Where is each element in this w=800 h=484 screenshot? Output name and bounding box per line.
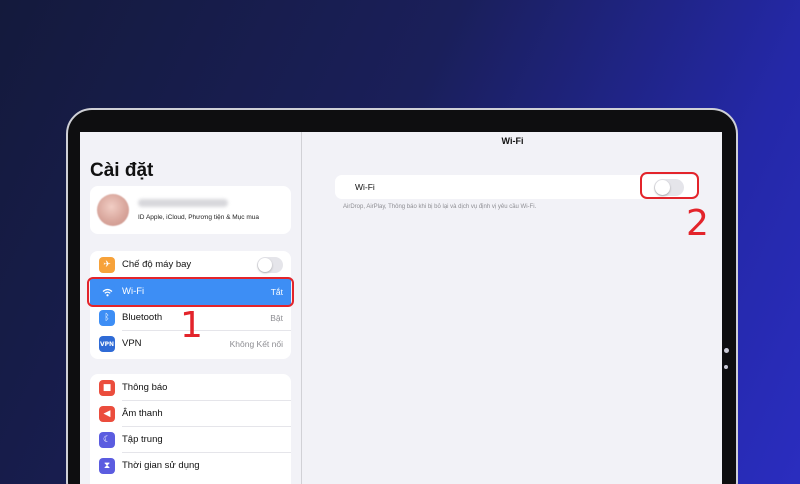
airplane-icon: ✈	[99, 257, 115, 273]
sidebar-item-screen-time[interactable]: ⧗ Thời gian sử dụng	[90, 453, 291, 479]
hourglass-icon: ⧗	[99, 458, 115, 474]
airplane-mode-toggle[interactable]	[257, 257, 283, 273]
settings-title: Cài đặt	[90, 160, 154, 181]
step-1-label: 1	[180, 305, 203, 346]
step-2-label: 2	[686, 203, 709, 244]
sidebar-item-airplane-mode[interactable]: ✈ Chế độ máy bay	[90, 252, 291, 278]
focus-moon-icon: ☾	[99, 432, 115, 448]
sidebar-item-notifications[interactable]: ■ Thông báo	[90, 375, 291, 401]
notifications-group: ■ Thông báo ◀ Âm thanh ☾ Tập trung ⧗ Thờ…	[90, 374, 291, 484]
sidebar-item-label: Tập trung	[122, 434, 163, 445]
blurred-account-name	[138, 199, 228, 207]
wifi-detail-title: Wi-Fi	[501, 136, 524, 146]
notification-icon: ■	[99, 380, 115, 396]
sidebar-item-sound[interactable]: ◀ Âm thanh	[90, 401, 291, 427]
avatar	[97, 194, 129, 226]
sidebar-item-label: Chế độ máy bay	[122, 259, 192, 270]
sidebar-item-label: Thời gian sử dụng	[122, 460, 200, 471]
sidebar-item-label: Âm thanh	[122, 408, 163, 419]
apple-id-card[interactable]: ID Apple, iCloud, Phương tiện & Mục mua	[90, 186, 291, 234]
sidebar-item-label: Thông báo	[122, 382, 168, 393]
bluetooth-status-value: Bật	[270, 313, 283, 323]
sensor-dot	[724, 365, 728, 369]
tablet-screen: Cài đặt ID Apple, iCloud, Phương tiện & …	[80, 132, 722, 484]
wifi-toggle-label: Wi-Fi	[355, 182, 375, 192]
sound-icon: ◀	[99, 406, 115, 422]
camera-dot	[724, 348, 729, 353]
bluetooth-icon: ᛒ	[99, 310, 115, 326]
sidebar-item-label: VPN	[122, 338, 142, 349]
sidebar-item-label: Bluetooth	[122, 312, 163, 323]
highlight-wifi-toggle	[640, 172, 699, 199]
highlight-wifi-sidebar	[87, 277, 294, 307]
vpn-icon: VPN	[99, 336, 115, 352]
wifi-footnote: AirDrop, AirPlay, Thông báo khi bị bỏ lạ…	[343, 204, 537, 210]
apple-id-subtitle: ID Apple, iCloud, Phương tiện & Mục mua	[138, 214, 259, 221]
sidebar-item-focus[interactable]: ☾ Tập trung	[90, 427, 291, 453]
vpn-status-value: Không Kết nối	[229, 339, 283, 349]
